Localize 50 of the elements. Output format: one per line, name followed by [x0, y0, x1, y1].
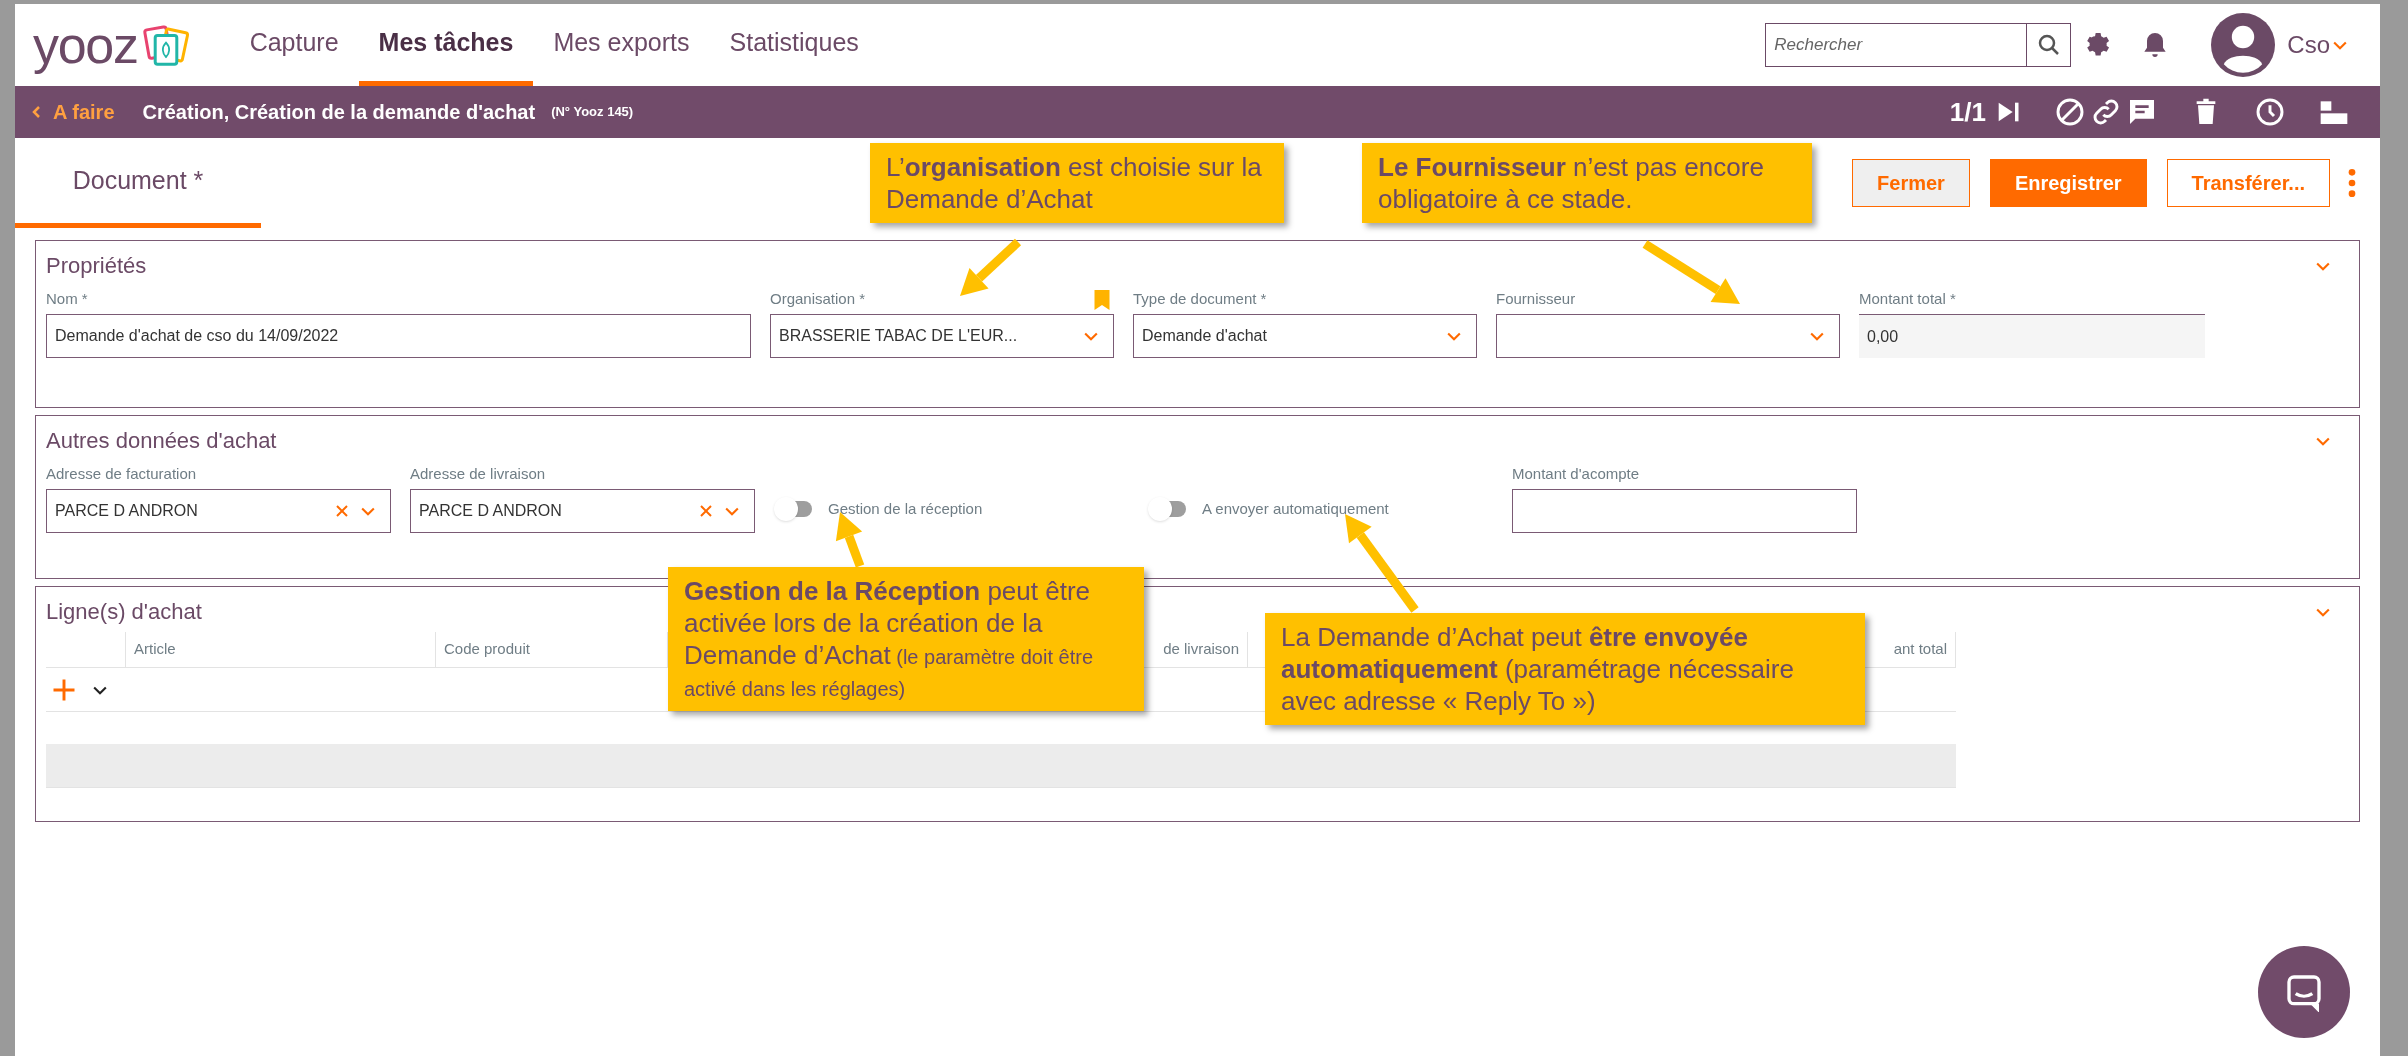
select-field[interactable]: BRASSERIE TABAC DE L'EUR...	[770, 314, 1114, 358]
callout-note: Le Fournisseur n’est pas encore obligatoire à ce stade.	[1362, 143, 1812, 223]
user-name[interactable]: Cso	[2287, 27, 2330, 63]
callout-note: L’organisation est choisie sur la Demande d’Achat	[870, 143, 1284, 223]
select-field[interactable]	[1496, 314, 1840, 358]
pager-text: 1/1	[1949, 95, 1986, 129]
nav-tab[interactable]: Mes exports	[533, 4, 710, 86]
task-number: (N° Yooz 145)	[551, 103, 634, 122]
section-title: Propriétés	[46, 252, 147, 280]
column-header: ant total	[1893, 639, 1947, 660]
text-field[interactable]	[1512, 489, 1857, 533]
avatar-icon[interactable]	[2211, 13, 2276, 77]
clock-icon[interactable]	[2254, 96, 2286, 128]
callout-note: La Demande d’Achat peut être envoyée automatiquement (paramétrage nécessaire avec adresse « Reply To »)	[1265, 613, 1865, 725]
field-label: Adresse de livraison	[410, 463, 546, 484]
clear-icon[interactable]	[698, 503, 714, 519]
pointer-arrow	[835, 512, 865, 568]
block-icon[interactable]	[2054, 96, 2086, 128]
column-header: Code produit	[444, 639, 530, 660]
field-label: Organisation *	[770, 288, 866, 309]
field-label: Type de document *	[1133, 288, 1267, 309]
column-header: Article	[134, 639, 176, 660]
search-button[interactable]	[2027, 23, 2072, 67]
chat-icon	[2284, 972, 2324, 1012]
section-title: Ligne(s) d'achat	[46, 598, 202, 626]
task-title: Création, Création de la demande d'achat	[142, 100, 536, 125]
more-icon[interactable]	[2346, 167, 2358, 199]
field-label: Adresse de facturation	[46, 463, 197, 484]
nav-tab[interactable]: Statistiques	[709, 4, 879, 86]
nav-tab[interactable]: Capture	[229, 4, 359, 86]
select-field[interactable]: PARCE D ANDRON	[46, 489, 391, 533]
column-header: de livraison	[1163, 639, 1239, 660]
toggle-label: A envoyer automatiquement	[1202, 498, 1389, 519]
field-label: Montant d'acompte	[1512, 463, 1640, 484]
pointer-arrow	[960, 238, 1022, 296]
search-field[interactable]: Rechercher	[1765, 23, 2028, 67]
field-label: Nom *	[46, 288, 88, 309]
section-title: Autres données d'achat	[46, 427, 277, 455]
select-field[interactable]: PARCE D ANDRON	[410, 489, 755, 533]
callout-note: Gestion de la Réception peut être activée lors de la création de la Demande d’Achat (le paramètre doit être activé dans les réglages)	[668, 567, 1144, 711]
field-label: Montant total *	[1859, 288, 1956, 309]
text-field[interactable]: Demande d'achat de cso du 14/09/2022	[46, 314, 751, 358]
clear-icon[interactable]	[334, 503, 350, 519]
select-field[interactable]: Demande d'achat	[1133, 314, 1477, 358]
amount-field: 0,00	[1859, 314, 2205, 358]
back-link[interactable]: A faire	[29, 97, 115, 127]
field-label: Fournisseur	[1496, 288, 1576, 309]
toggle-label: Gestion de la réception	[828, 498, 983, 519]
document-tab[interactable]: Document *	[15, 138, 261, 228]
search-icon[interactable]	[2036, 33, 2061, 57]
